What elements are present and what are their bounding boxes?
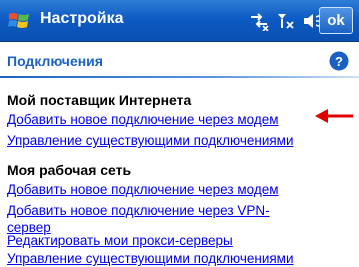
manage-connections-isp-link[interactable]: Управление существующими подключениями bbox=[7, 132, 294, 149]
edit-proxy-servers-link[interactable]: Редактировать мои прокси-серверы bbox=[7, 232, 233, 249]
signal-off-icon[interactable] bbox=[276, 11, 296, 31]
red-arrow-icon bbox=[315, 109, 353, 123]
header-divider bbox=[0, 76, 359, 78]
help-icon[interactable]: ? bbox=[329, 51, 349, 71]
page-title: Подключения bbox=[7, 53, 103, 69]
status-icons bbox=[248, 9, 324, 33]
svg-text:?: ? bbox=[335, 54, 343, 69]
title-bar: Настройка ok bbox=[0, 0, 359, 42]
network-connection-icon[interactable] bbox=[248, 11, 270, 31]
add-modem-connection-isp-link[interactable]: Добавить новое подключение через модем bbox=[7, 111, 278, 128]
windows-start-icon[interactable] bbox=[6, 8, 32, 34]
manage-connections-work-link[interactable]: Управление существующими подключениями bbox=[7, 250, 294, 267]
ok-button[interactable]: ok bbox=[319, 7, 353, 34]
add-modem-connection-work-link[interactable]: Добавить новое подключение через модем bbox=[7, 181, 278, 198]
group-heading-work: Моя рабочая сеть bbox=[7, 162, 132, 178]
app-title: Настройка bbox=[40, 10, 124, 27]
group-heading-isp: Мой поставщик Интернета bbox=[7, 92, 192, 108]
add-vpn-connection-link[interactable]: Добавить новое подключение через VPN-сер… bbox=[7, 202, 307, 236]
section-header: Подключения ? bbox=[0, 42, 359, 78]
